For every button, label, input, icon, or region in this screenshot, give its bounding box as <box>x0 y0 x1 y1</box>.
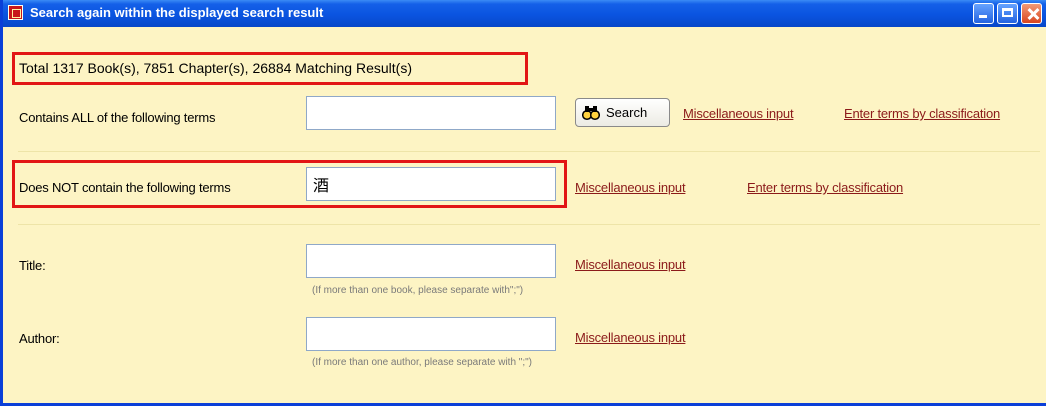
author-input[interactable] <box>306 317 556 351</box>
window-title: Search again within the displayed search… <box>30 5 324 20</box>
search-button-label: Search <box>606 105 648 120</box>
binoculars-icon <box>582 106 600 121</box>
title-misc-input-link[interactable]: Miscellaneous input <box>575 257 686 272</box>
not-contain-input[interactable] <box>306 167 556 201</box>
not-contain-label: Does NOT contain the following terms <box>19 180 231 195</box>
contains-all-misc-input-link[interactable]: Miscellaneous input <box>683 106 794 121</box>
contains-all-label: Contains ALL of the following terms <box>19 110 216 125</box>
author-label: Author: <box>19 331 60 346</box>
minimize-button[interactable] <box>973 3 994 24</box>
divider <box>18 224 1040 225</box>
contains-all-input[interactable] <box>306 96 556 130</box>
maximize-button[interactable] <box>997 3 1018 24</box>
title-input[interactable] <box>306 244 556 278</box>
app-icon <box>8 5 23 20</box>
close-button[interactable] <box>1021 3 1042 24</box>
author-misc-input-link[interactable]: Miscellaneous input <box>575 330 686 345</box>
result-summary: Total 1317 Book(s), 7851 Chapter(s), 268… <box>19 60 412 76</box>
contains-all-classify-link[interactable]: Enter terms by classification <box>844 106 1000 121</box>
title-label: Title: <box>19 258 46 273</box>
title-bar[interactable]: Search again within the displayed search… <box>3 0 1046 27</box>
not-contain-classify-link[interactable]: Enter terms by classification <box>747 180 903 195</box>
author-hint: (If more than one author, please separat… <box>312 357 532 368</box>
title-hint: (If more than one book, please separate … <box>312 285 524 296</box>
not-contain-misc-input-link[interactable]: Miscellaneous input <box>575 180 686 195</box>
search-button[interactable]: Search <box>575 98 670 127</box>
divider <box>18 151 1040 152</box>
